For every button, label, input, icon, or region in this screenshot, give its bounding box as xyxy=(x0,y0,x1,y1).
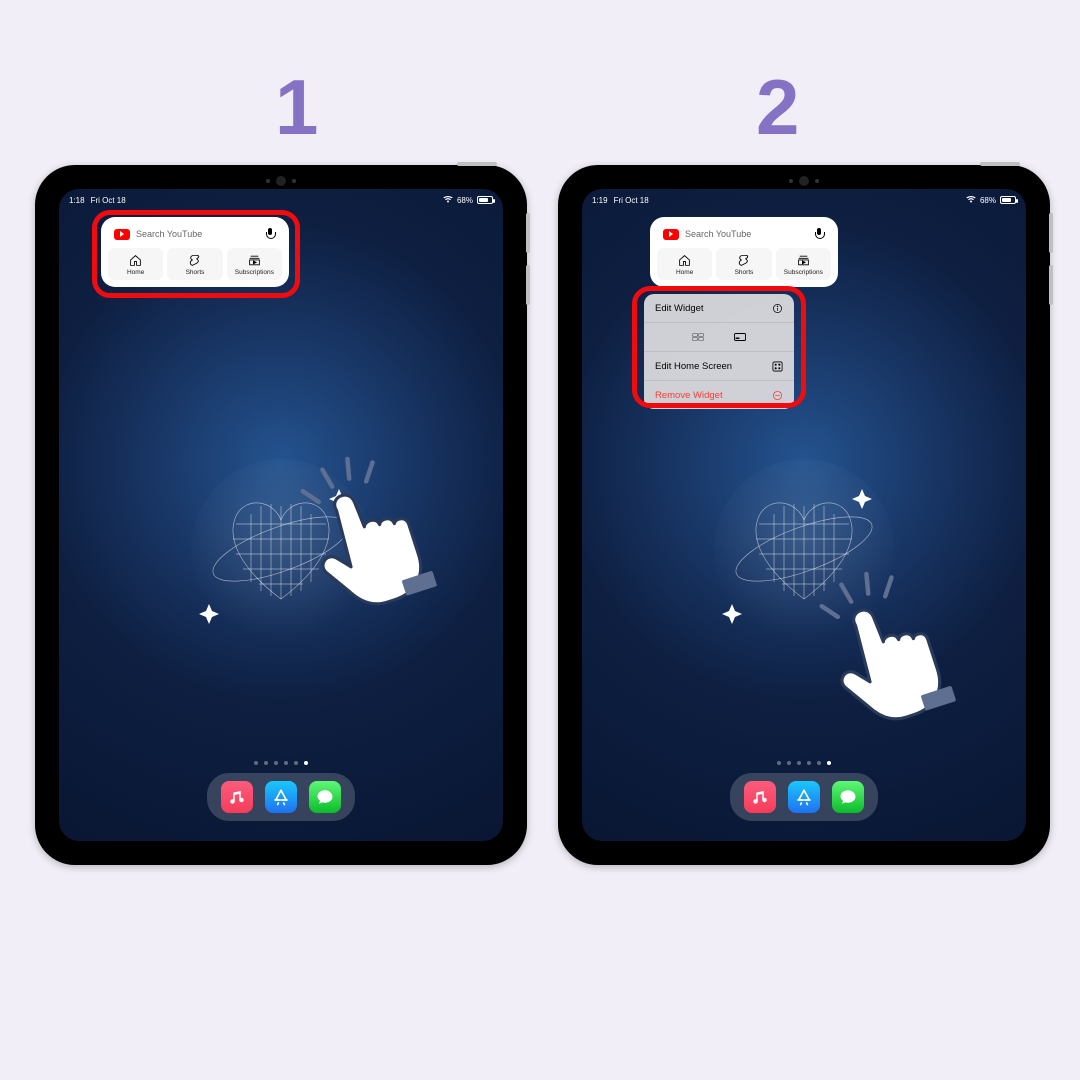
pill-label: Home xyxy=(127,269,144,276)
front-camera-notch xyxy=(266,176,296,186)
pill-label: Shorts xyxy=(735,269,754,276)
dock-app-appstore[interactable] xyxy=(788,781,820,813)
ipad-frame-1: 1:18 Fri Oct 18 68% xyxy=(35,165,527,865)
ipad-screen-1: 1:18 Fri Oct 18 68% xyxy=(59,189,503,841)
widget-pill-subscriptions[interactable]: Subscriptions xyxy=(776,248,831,280)
home-icon xyxy=(678,253,692,267)
size-large-icon[interactable] xyxy=(734,331,746,343)
step-number-1: 1 xyxy=(275,62,318,153)
ipad-screen-2: 1:19 Fri Oct 18 68% xyxy=(582,189,1026,841)
microphone-icon[interactable] xyxy=(813,228,825,240)
volume-down-button xyxy=(526,265,530,305)
ipad-frame-2: 1:19 Fri Oct 18 68% xyxy=(558,165,1050,865)
status-time: 1:18 xyxy=(69,196,85,205)
home-icon xyxy=(129,253,143,267)
status-bar: 1:18 Fri Oct 18 68% xyxy=(69,195,493,205)
power-button xyxy=(457,162,497,166)
status-bar: 1:19 Fri Oct 18 68% xyxy=(592,195,1016,205)
subscriptions-icon xyxy=(796,253,810,267)
youtube-widget[interactable]: Search YouTube Home Shorts xyxy=(101,217,289,287)
size-small-icon[interactable] xyxy=(692,331,704,343)
wallpaper-heart xyxy=(181,454,381,654)
youtube-widget-buttons: Home Shorts Subscriptions xyxy=(108,248,282,280)
step-number-2: 2 xyxy=(756,62,799,153)
youtube-widget-buttons: Home Shorts Subscriptions xyxy=(657,248,831,280)
power-button xyxy=(980,162,1020,166)
shorts-icon xyxy=(188,253,202,267)
shorts-icon xyxy=(737,253,751,267)
ctxmenu-remove-widget[interactable]: Remove Widget xyxy=(644,381,794,409)
youtube-logo-icon xyxy=(114,229,130,240)
volume-down-button xyxy=(1049,265,1053,305)
info-icon xyxy=(771,302,783,314)
volume-up-button xyxy=(1049,213,1053,253)
pill-label: Shorts xyxy=(186,269,205,276)
pill-label: Subscriptions xyxy=(235,269,274,276)
status-date: Fri Oct 18 xyxy=(91,196,126,205)
front-camera-notch xyxy=(789,176,819,186)
youtube-search-row[interactable]: Search YouTube xyxy=(108,224,282,244)
widget-pill-shorts[interactable]: Shorts xyxy=(167,248,222,280)
remove-icon xyxy=(771,389,783,401)
dock-app-messages[interactable] xyxy=(832,781,864,813)
wifi-icon xyxy=(443,195,453,205)
widget-pill-home[interactable]: Home xyxy=(657,248,712,280)
youtube-logo-icon xyxy=(663,229,679,240)
widget-context-menu: Edit Widget Edit Home Screen xyxy=(644,294,794,409)
volume-up-button xyxy=(526,213,530,253)
widget-pill-home[interactable]: Home xyxy=(108,248,163,280)
dock xyxy=(730,773,878,821)
ctxmenu-label: Edit Home Screen xyxy=(655,361,732,372)
battery-icon xyxy=(1000,196,1016,204)
search-placeholder: Search YouTube xyxy=(136,229,258,239)
microphone-icon[interactable] xyxy=(264,228,276,240)
dock-app-music[interactable] xyxy=(744,781,776,813)
subscriptions-icon xyxy=(247,253,261,267)
pill-label: Subscriptions xyxy=(784,269,823,276)
widget-pill-shorts[interactable]: Shorts xyxy=(716,248,771,280)
ctxmenu-label: Remove Widget xyxy=(655,390,723,401)
youtube-widget[interactable]: Search YouTube Home Shorts xyxy=(650,217,838,287)
status-time: 1:19 xyxy=(592,196,608,205)
wallpaper-heart xyxy=(704,454,904,654)
ctxmenu-size-selector[interactable] xyxy=(644,323,794,352)
dock-app-music[interactable] xyxy=(221,781,253,813)
dock xyxy=(207,773,355,821)
ctxmenu-edit-home-screen[interactable]: Edit Home Screen xyxy=(644,352,794,381)
dock-app-appstore[interactable] xyxy=(265,781,297,813)
search-placeholder: Search YouTube xyxy=(685,229,807,239)
battery-icon xyxy=(477,196,493,204)
battery-percent: 68% xyxy=(980,196,996,205)
page-indicator[interactable] xyxy=(777,761,831,765)
status-date: Fri Oct 18 xyxy=(614,196,649,205)
youtube-search-row[interactable]: Search YouTube xyxy=(657,224,831,244)
ctxmenu-edit-widget[interactable]: Edit Widget xyxy=(644,294,794,323)
battery-percent: 68% xyxy=(457,196,473,205)
apps-grid-icon xyxy=(771,360,783,372)
dock-app-messages[interactable] xyxy=(309,781,341,813)
page-indicator[interactable] xyxy=(254,761,308,765)
wifi-icon xyxy=(966,195,976,205)
widget-pill-subscriptions[interactable]: Subscriptions xyxy=(227,248,282,280)
ctxmenu-label: Edit Widget xyxy=(655,303,704,314)
pill-label: Home xyxy=(676,269,693,276)
